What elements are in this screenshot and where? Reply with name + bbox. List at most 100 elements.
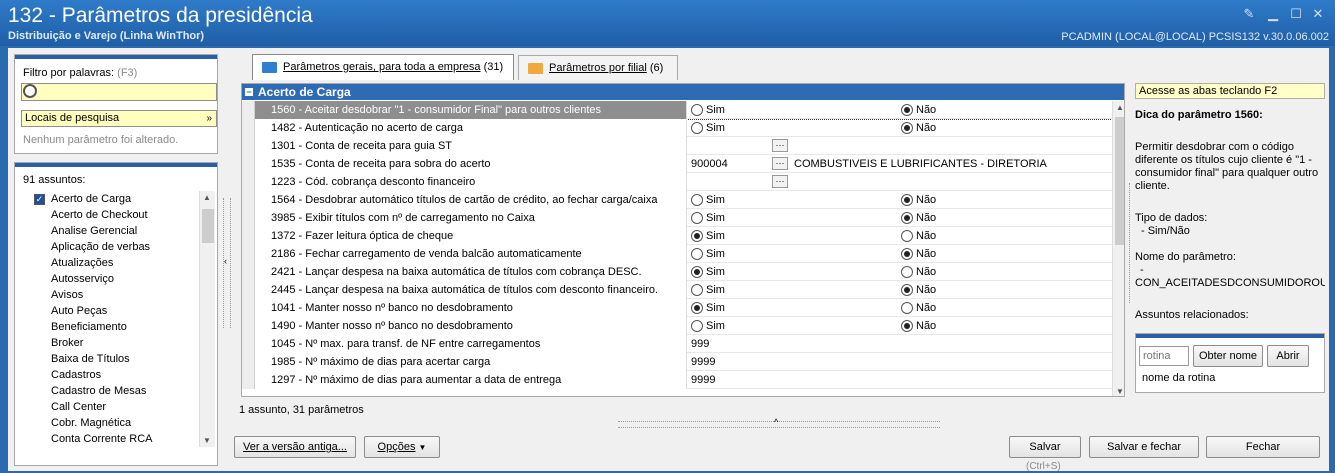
radio-nao[interactable] — [901, 122, 913, 134]
options-button[interactable]: Opções ▼ — [364, 436, 440, 458]
table-row[interactable]: 2186 - Fechar carregamento de venda balc… — [242, 245, 1112, 263]
radio-nao[interactable] — [901, 248, 913, 260]
radio-sim[interactable] — [691, 230, 703, 242]
subject-item[interactable]: Acerto de Checkout — [15, 207, 199, 223]
tab-general[interactable]: Parâmetros gerais, para toda a empresa (… — [252, 54, 514, 80]
table-row[interactable]: 1041 - Manter nosso nº banco no desdobra… — [242, 299, 1112, 317]
save-shortcut: (Ctrl+S) — [1026, 461, 1061, 472]
old-version-button[interactable]: Ver a versão antiga... — [234, 436, 356, 458]
collapse-group-icon[interactable]: − — [245, 88, 253, 97]
param-name: 1560 - Aceitar desdobrar "1 - consumidor… — [255, 101, 687, 119]
radio-sim[interactable] — [691, 212, 703, 224]
tab-by-branch[interactable]: Parâmetros por filial (6) — [518, 55, 678, 80]
table-row[interactable]: 1535 - Conta de receita para sobra do ac… — [242, 155, 1112, 173]
subjects-panel: 91 assuntos: ✓ Acerto de Carga Acerto de C… — [14, 162, 218, 466]
lookup-button[interactable]: ··· — [772, 157, 788, 170]
subject-item[interactable]: Baixa de Títulos — [15, 351, 199, 367]
save-close-button[interactable]: Salvar e fechar — [1089, 436, 1199, 458]
radio-sim[interactable] — [691, 266, 703, 278]
subjects-scrollbar[interactable]: ▲ ▼ — [199, 191, 215, 447]
save-button[interactable]: Salvar — [1009, 436, 1081, 458]
radio-nao[interactable] — [901, 284, 913, 296]
subject-item[interactable]: Atualizações — [15, 255, 199, 271]
close-window-icon[interactable]: ✕ — [1309, 6, 1327, 22]
edit-icon[interactable]: ✎ — [1240, 6, 1258, 22]
search-icon — [23, 84, 37, 98]
subject-item[interactable]: Aplicação de verbas — [15, 239, 199, 255]
table-row[interactable]: 1297 - Nº máximo de dias para aumentar a… — [242, 371, 1112, 389]
radio-label: Sim — [706, 230, 725, 242]
radio-nao[interactable] — [901, 320, 913, 332]
subject-label: Aplicação de verbas — [51, 241, 151, 253]
get-name-button[interactable]: Obter nome — [1193, 345, 1263, 367]
bottom-splitter[interactable]: ^ — [618, 417, 940, 428]
param-name: 1985 - Nº máximo de dias para acertar ca… — [255, 353, 687, 371]
table-row[interactable]: 1301 - Conta de receita para guia ST ··· — [242, 137, 1112, 155]
radio-nao[interactable] — [901, 194, 913, 206]
table-row[interactable]: 2421 - Lançar despesa na baixa automátic… — [242, 263, 1112, 281]
subject-item[interactable]: Conta Corrente RCA — [15, 431, 199, 447]
radio-nao[interactable] — [901, 266, 913, 278]
open-button[interactable]: Abrir — [1267, 345, 1309, 367]
radio-sim[interactable] — [691, 104, 703, 116]
table-row[interactable]: 1045 - Nº max. para transf. de NF entre … — [242, 335, 1112, 353]
radio-nao[interactable] — [901, 230, 913, 242]
table-row[interactable]: 3985 - Exibir títulos com nº de carregam… — [242, 209, 1112, 227]
checkbox-checked-icon[interactable]: ✓ — [34, 194, 45, 205]
subject-item[interactable]: Broker — [15, 335, 199, 351]
radio-sim[interactable] — [691, 302, 703, 314]
subject-item[interactable]: Auto Peças — [15, 303, 199, 319]
filter-input[interactable] — [21, 83, 217, 101]
search-locations-dropdown[interactable]: Locais de pesquisa » — [21, 110, 217, 127]
table-row[interactable]: 1490 - Manter nosso nº banco no desdobra… — [242, 317, 1112, 335]
close-button[interactable]: Fechar — [1206, 436, 1320, 458]
param-value[interactable]: 9999 — [691, 353, 715, 371]
table-row[interactable]: 1560 - Aceitar desdobrar "1 - consumidor… — [242, 101, 1112, 120]
param-name: 2421 - Lançar despesa na baixa automátic… — [255, 263, 687, 281]
radio-label: Não — [916, 212, 937, 224]
radio-sim[interactable] — [691, 248, 703, 260]
table-row[interactable]: 1985 - Nº máximo de dias para acertar ca… — [242, 353, 1112, 371]
radio-sim[interactable] — [691, 284, 703, 296]
routine-input[interactable] — [1139, 346, 1189, 366]
minimize-icon[interactable]: ▁ — [1264, 6, 1282, 22]
subject-item[interactable]: Analise Gerencial — [15, 223, 199, 239]
radio-nao[interactable] — [901, 104, 913, 116]
subject-item[interactable]: Beneficiamento — [15, 319, 199, 335]
subject-item[interactable]: Autosserviço — [15, 271, 199, 287]
radio-nao[interactable] — [901, 212, 913, 224]
maximize-icon[interactable]: ☐ — [1287, 6, 1305, 22]
subject-label: Broker — [51, 337, 84, 349]
radio-sim[interactable] — [691, 194, 703, 206]
subject-item[interactable]: Avisos — [15, 287, 199, 303]
param-value[interactable]: 9999 — [691, 371, 715, 389]
radio-label: Não — [916, 320, 937, 332]
subject-item[interactable]: Call Center — [15, 399, 199, 415]
table-row[interactable]: 1223 - Cód. cobrança desconto financeiro… — [242, 173, 1112, 191]
lookup-button[interactable]: ··· — [772, 175, 788, 188]
subject-item[interactable]: ✓ Acerto de Carga — [15, 191, 199, 207]
radio-nao[interactable] — [901, 302, 913, 314]
radio-sim[interactable] — [691, 122, 703, 134]
lookup-button[interactable]: ··· — [772, 139, 788, 152]
param-value[interactable]: 999 — [691, 335, 709, 353]
param-name: 1482 - Autenticação no acerto de carga — [255, 119, 687, 137]
table-row[interactable]: 2445 - Lançar despesa na baixa automátic… — [242, 281, 1112, 299]
table-row[interactable]: 1372 - Fazer leitura óptica de cheque Sim… — [242, 227, 1112, 245]
subject-item[interactable]: Cadastro de Mesas — [15, 383, 199, 399]
subject-label: Auto Peças — [51, 305, 108, 317]
group-header[interactable]: − Acerto de Carga — [242, 84, 1124, 100]
param-value[interactable]: 900004 — [691, 155, 728, 173]
radio-label: Não — [916, 194, 937, 206]
grid-scrollbar[interactable]: ▲ ▼ — [1112, 101, 1124, 396]
table-row[interactable]: 1482 - Autenticação no acerto de carga Si… — [242, 119, 1112, 137]
window-subtitle: Distribuição e Varejo (Linha WinThor) — [8, 30, 205, 42]
radio-label: Não — [916, 266, 937, 278]
left-splitter[interactable]: ‹ — [223, 198, 231, 328]
subject-item[interactable]: Cadastros — [15, 367, 199, 383]
change-status: Nenhum parâmetro foi alterado. — [23, 134, 179, 146]
radio-label: Não — [916, 284, 937, 296]
table-row[interactable]: 1564 - Desdobrar automático títulos de c… — [242, 191, 1112, 209]
subject-item[interactable]: Cobr. Magnética — [15, 415, 199, 431]
radio-sim[interactable] — [691, 320, 703, 332]
